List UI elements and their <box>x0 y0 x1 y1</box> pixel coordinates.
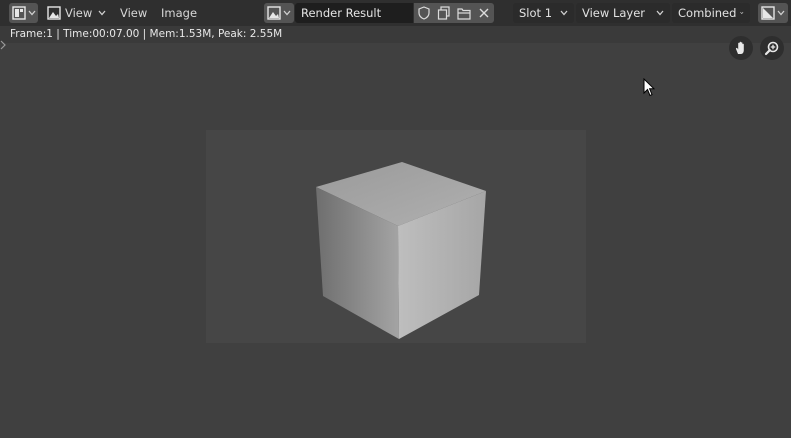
chevron-down-icon <box>98 10 106 16</box>
view-layer-label: View Layer <box>582 6 646 20</box>
mouse-cursor-icon <box>643 78 655 97</box>
display-channels-dropdown[interactable] <box>758 3 788 23</box>
region-toggle-arrow-icon[interactable] <box>0 40 6 50</box>
unlink-image-button[interactable] <box>474 3 494 23</box>
chevron-down-icon <box>28 10 36 16</box>
render-status-bar: Frame:1 | Time:00:07.00 | Mem:1.53M, Pea… <box>0 26 791 43</box>
render-status-text: Frame:1 | Time:00:07.00 | Mem:1.53M, Pea… <box>10 28 283 40</box>
menu-image-label: Image <box>161 6 198 20</box>
render-result-image <box>206 130 586 343</box>
render-pass-label: Combined <box>678 6 737 20</box>
image-browse-button[interactable] <box>264 3 294 23</box>
rendered-cube <box>316 162 486 339</box>
image-browse-icon <box>267 6 281 20</box>
chevron-down-icon <box>740 11 744 15</box>
folder-icon <box>457 7 471 20</box>
chevron-down-icon <box>656 10 664 16</box>
display-channels-icon <box>761 6 775 20</box>
view-mode-dropdown[interactable]: View <box>44 3 108 23</box>
zoom-icon <box>764 41 779 56</box>
editor-type-selector[interactable] <box>9 3 38 23</box>
view-dropdown-label: View <box>65 6 93 20</box>
hand-pan-icon <box>735 41 744 54</box>
image-name-field[interactable]: Render Result <box>295 3 413 23</box>
pan-view-button[interactable] <box>729 36 753 60</box>
image-editor-icon <box>12 6 26 20</box>
chevron-down-icon <box>560 10 568 16</box>
duplicate-icon <box>437 6 450 20</box>
slot-dropdown[interactable]: Slot 1 <box>513 3 574 23</box>
image-name-value: Render Result <box>301 6 382 20</box>
shield-icon <box>418 6 430 20</box>
chevron-down-icon <box>777 10 785 16</box>
menu-view-label: View <box>120 6 148 20</box>
image-view-icon <box>47 6 61 20</box>
fake-user-button[interactable] <box>414 3 434 23</box>
chevron-down-icon <box>283 10 291 16</box>
view-layer-dropdown[interactable]: View Layer <box>576 3 670 23</box>
slot-label: Slot 1 <box>519 6 553 20</box>
new-image-button[interactable] <box>434 3 454 23</box>
menu-image[interactable]: Image <box>157 3 201 23</box>
render-pass-dropdown[interactable]: Combined <box>672 3 750 23</box>
menu-view[interactable]: View <box>116 3 151 23</box>
close-icon <box>479 8 489 18</box>
zoom-view-button[interactable] <box>760 36 784 60</box>
image-editor-header: View View Image Render Result Slot 1 Vie… <box>0 0 791 26</box>
open-image-button[interactable] <box>454 3 474 23</box>
